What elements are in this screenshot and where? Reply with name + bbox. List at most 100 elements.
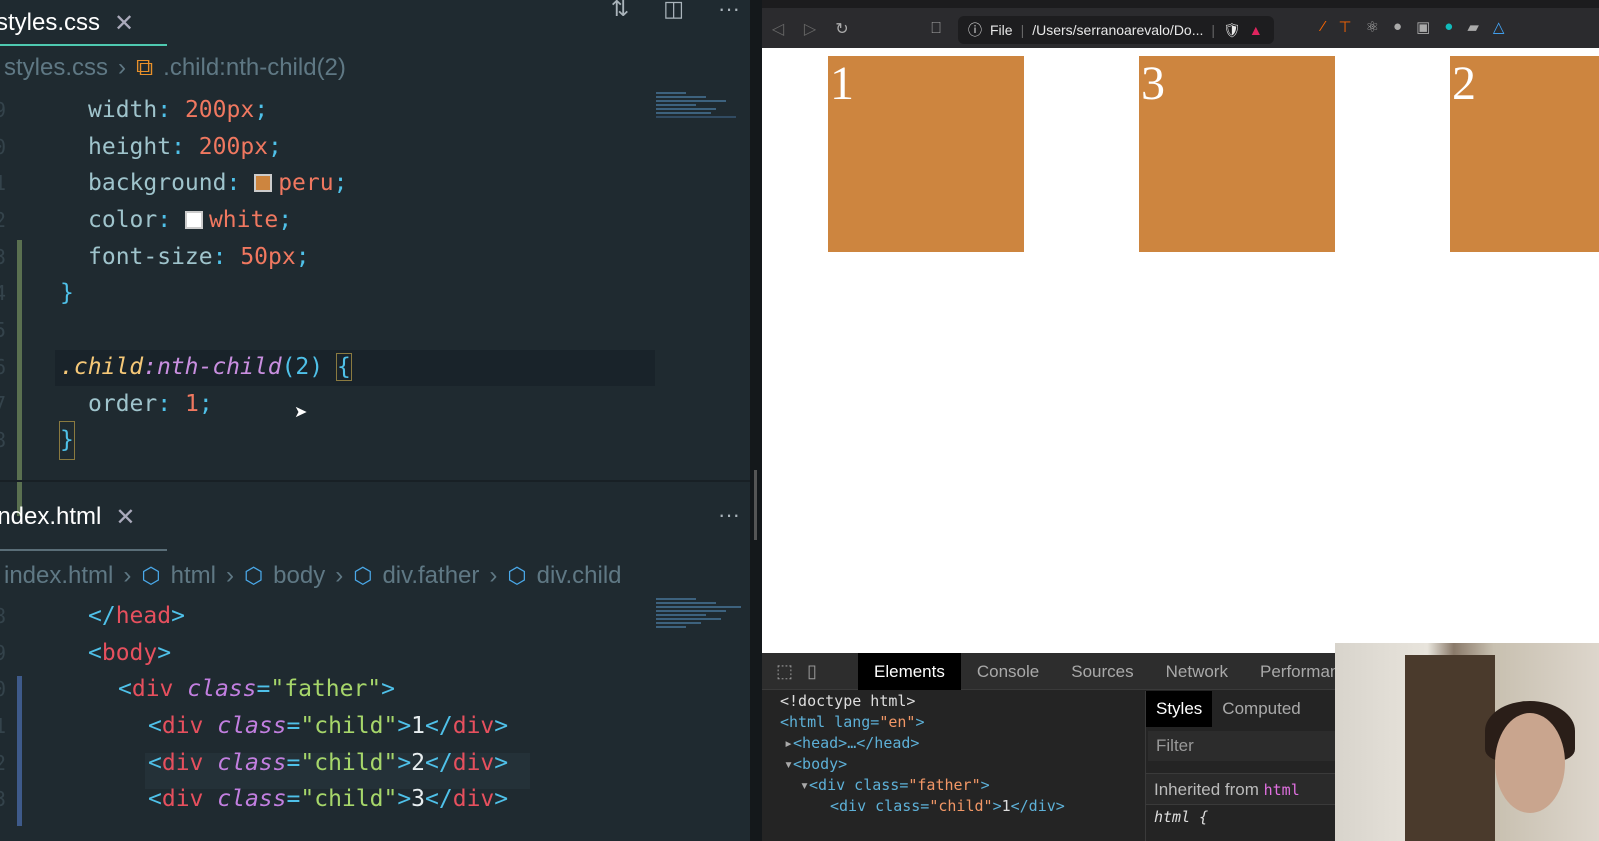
html-attr: class [217, 749, 287, 776]
html-editor-pane: index.html ✕ ··· index.html › ⬡ html › ⬡ bod… [0, 494, 750, 826]
extension-icon[interactable]: △ [1493, 18, 1505, 36]
source-control-compare-icon[interactable]: ⇅ [611, 0, 629, 22]
dom-node[interactable]: ▸<head>…</head> [762, 733, 1144, 754]
more-actions-icon[interactable]: ··· [718, 502, 740, 528]
css-value: peru [278, 170, 334, 197]
react-devtools-icon[interactable]: ⚛ [1366, 18, 1379, 36]
html-attr-value: "child" [300, 786, 398, 813]
back-icon[interactable]: ◁ [762, 19, 794, 39]
close-icon[interactable]: ✕ [114, 9, 134, 38]
collapse-triangle-icon[interactable]: ▾ [800, 776, 809, 794]
html-tag: div [161, 713, 204, 740]
scrollbar[interactable] [754, 470, 757, 540]
tab-styles-css[interactable]: styles.css ✕ [0, 0, 134, 46]
tab-index-html[interactable]: index.html ✕ [0, 494, 136, 540]
styles-pane: Styles Computed Filter Inherited from ht… [1145, 691, 1345, 841]
devtools-tab-network[interactable]: Network [1150, 653, 1244, 690]
line-number: 9 [0, 98, 7, 122]
html-text: 1 [411, 713, 426, 740]
tab-label: index.html [0, 503, 102, 530]
line-number: 1 [0, 714, 7, 739]
css-code[interactable]: 9 width: 200px; 0 height: 200px; 1 backgrou… [0, 92, 750, 516]
devtools-tab-elements[interactable]: Elements [858, 652, 961, 690]
extension-icon[interactable]: ⁄ [1322, 18, 1325, 36]
breadcrumb-file[interactable]: styles.css [4, 54, 108, 82]
split-editor-icon[interactable]: ◫ [663, 0, 684, 22]
line-number: 2 [0, 208, 7, 233]
devtools-tab-console[interactable]: Console [961, 653, 1055, 690]
html-attr-value: "child" [300, 749, 398, 776]
css-value: 200px [184, 97, 255, 123]
color-swatch-white[interactable] [184, 211, 203, 230]
breadcrumb-div-child[interactable]: div.child [537, 562, 622, 590]
line-number: 0 [0, 134, 7, 159]
child-box: 3 [1139, 56, 1335, 252]
expand-triangle-icon[interactable]: ▸ [784, 734, 793, 752]
css-property: height [88, 133, 172, 160]
minimap[interactable] [656, 90, 748, 120]
doorway [1405, 655, 1495, 841]
tab-strip [762, 0, 1599, 8]
styles-filter-input[interactable]: Filter [1148, 731, 1345, 761]
styles-tab[interactable]: Styles [1146, 691, 1213, 727]
breadcrumb-selector[interactable]: .child:nth-child(2) [163, 54, 346, 82]
inspect-element-icon[interactable]: ⬚ [776, 661, 793, 682]
breadcrumb-html[interactable]: html [171, 562, 216, 590]
close-icon[interactable]: ✕ [115, 503, 135, 532]
window-splitter[interactable] [750, 0, 762, 841]
devtools-tab-sources[interactable]: Sources [1055, 653, 1149, 690]
dom-node[interactable]: <html lang="en"> [762, 712, 1144, 733]
breadcrumb-body[interactable]: body [273, 562, 325, 590]
breadcrumb: styles.css › ⧉ .child:nth-child(2) [0, 46, 750, 90]
breadcrumb-file[interactable]: index.html [4, 562, 113, 590]
brave-rewards-icon[interactable]: ▲ [1249, 22, 1263, 38]
dom-node[interactable]: ▾<body> [762, 754, 1144, 775]
css-selector: .child [60, 353, 144, 380]
extension-icon[interactable]: ⊤ [1339, 18, 1352, 36]
css-tab-bar: styles.css ✕ ⇅ ◫ ··· [0, 0, 750, 46]
html-attr-value: "father" [270, 676, 382, 703]
dom-tree[interactable]: <!doctype html> <html lang="en"> ▸<head>… [762, 691, 1144, 817]
brave-shield-icon[interactable]: 🛡 [1223, 22, 1241, 39]
dom-node[interactable]: <!doctype html> [762, 691, 1144, 712]
html-text: 2 [411, 749, 426, 776]
html-code[interactable]: 8 </head> 9 <body> 0 <div class="father"> 1… [0, 598, 750, 826]
css-property: background [88, 170, 227, 197]
address-bar[interactable]: ⓘ File | /Users/serranoarevalo/Do... | 🛡… [958, 16, 1274, 44]
line-number: 8 [0, 428, 7, 453]
chevron-right-icon: › [118, 54, 127, 81]
extension-icon[interactable]: ● [1393, 18, 1402, 36]
css-property: order [88, 390, 158, 417]
more-actions-icon[interactable]: ··· [718, 0, 740, 22]
dom-node[interactable]: <div class="child">1</div> [762, 796, 1144, 817]
minimap[interactable] [656, 596, 748, 630]
css-property: font-size [88, 243, 213, 270]
inherited-header: Inherited from html [1146, 773, 1345, 805]
computed-tab[interactable]: Computed [1212, 691, 1310, 727]
person-face [1495, 713, 1565, 813]
html-tag: div [161, 786, 204, 813]
pseudo-arg: (2) [281, 353, 324, 380]
css-extension-icon[interactable]: ▣ [1416, 18, 1430, 36]
reload-icon[interactable]: ↻ [826, 19, 858, 39]
html-attr: class [217, 786, 287, 813]
collapse-triangle-icon[interactable]: ▾ [784, 755, 793, 773]
breadcrumb-div-father[interactable]: div.father [382, 562, 479, 590]
line-number: 3 [0, 244, 7, 269]
extension-icon[interactable]: ● [1444, 18, 1453, 36]
bookmark-icon[interactable]: ⎕ [920, 20, 952, 38]
forward-icon[interactable]: ▷ [794, 19, 826, 39]
line-number: 7 [0, 391, 7, 416]
url-scheme-label: File [990, 22, 1013, 38]
info-icon[interactable]: ⓘ [968, 20, 982, 40]
device-toolbar-icon[interactable]: ▯ [807, 661, 817, 682]
line-number: 1 [0, 171, 7, 196]
extension-icon[interactable]: ▰ [1467, 18, 1479, 36]
html-tag: div [161, 749, 204, 776]
dom-node[interactable]: ▾<div class="father"> [762, 775, 1144, 796]
color-swatch-peru[interactable] [254, 174, 273, 193]
chevron-right-icon: › [489, 562, 498, 589]
css-selector-icon: ⧉ [136, 54, 154, 81]
line-number: 6 [0, 354, 7, 379]
code-editor: styles.css ✕ ⇅ ◫ ··· styles.css › ⧉ .chi… [0, 0, 750, 841]
